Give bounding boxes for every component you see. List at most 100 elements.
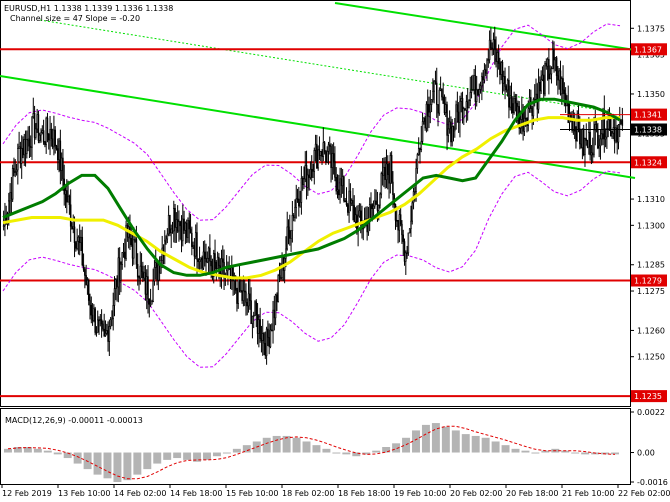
candle-body <box>469 92 472 102</box>
candle-body <box>477 89 479 96</box>
candle-body <box>539 82 541 92</box>
candle-body <box>576 113 578 142</box>
candle-body <box>394 204 397 221</box>
candle-body <box>59 140 62 171</box>
candle-body <box>99 319 102 321</box>
candle-body <box>182 218 184 242</box>
candle-body <box>104 333 107 337</box>
candle-body <box>423 117 425 122</box>
candle-body <box>426 103 429 117</box>
candle-body <box>278 275 281 279</box>
candle-body <box>294 207 296 218</box>
candle-body <box>277 275 279 302</box>
candle-body <box>289 229 291 239</box>
candle-body <box>420 140 423 151</box>
candle-body <box>448 121 451 130</box>
candle-body <box>604 136 607 140</box>
candle-body <box>437 104 439 114</box>
candle-body <box>589 131 591 156</box>
candle-body <box>180 225 183 242</box>
candle-body <box>456 104 459 113</box>
candle-body <box>401 223 403 236</box>
candle-body <box>264 342 267 356</box>
candle-body <box>46 117 49 135</box>
candle-body <box>71 225 73 230</box>
candle-body <box>36 114 38 130</box>
candle-body <box>80 236 82 243</box>
candle-body <box>106 330 108 334</box>
x-tick-label: 12 Feb 2019 <box>2 489 52 498</box>
candle-body <box>121 252 123 265</box>
candle-body <box>55 145 58 149</box>
candle-body <box>254 301 256 317</box>
candle-body <box>387 163 389 175</box>
candle-body <box>89 300 91 306</box>
x-tick-label: 21 Feb 10:00 <box>562 489 614 498</box>
candle-body <box>620 119 622 122</box>
x-tick-label: 14 Feb 18:00 <box>170 489 222 498</box>
candle-body <box>372 205 375 210</box>
candle-body <box>260 338 263 342</box>
candle-body <box>491 47 493 50</box>
candle-body <box>50 128 53 140</box>
candle-body <box>102 323 104 330</box>
candle-body <box>62 157 64 180</box>
candle-body <box>441 88 443 98</box>
y-tick-label: 1.1275 <box>637 287 665 296</box>
macd-bar <box>153 452 162 464</box>
candle-body <box>561 78 563 95</box>
candle-body <box>559 70 562 95</box>
candle-body <box>252 315 255 318</box>
candle-body <box>124 251 126 259</box>
candle-body <box>370 204 372 206</box>
x-tick-label: 20 Feb 18:00 <box>506 489 558 498</box>
macd-bar <box>471 435 480 453</box>
candle-body <box>376 204 379 211</box>
candle-body <box>554 57 557 61</box>
candle-body <box>206 257 209 263</box>
candle-body <box>347 204 349 213</box>
candle-body <box>194 232 197 257</box>
candle-body <box>497 51 500 64</box>
candle-body <box>481 76 483 87</box>
candle-body <box>176 219 179 232</box>
candle-body <box>584 138 586 156</box>
candle-body <box>600 133 603 140</box>
candle-body <box>535 93 537 100</box>
macd-bar <box>412 430 420 453</box>
macd-bar <box>272 435 281 453</box>
macd-bar <box>312 445 321 453</box>
candle-body <box>509 97 511 108</box>
candle-body <box>19 146 22 164</box>
candle-body <box>116 279 118 288</box>
candle-body <box>207 247 210 259</box>
candle-body <box>501 62 504 84</box>
macd-bar <box>302 441 311 453</box>
candle-body <box>117 257 120 288</box>
candle-body <box>86 280 89 286</box>
candle-body <box>343 176 345 202</box>
macd-bar <box>282 435 291 453</box>
candle-body <box>107 330 109 342</box>
candle-body <box>169 214 171 234</box>
y-tick-label: 1.1300 <box>637 221 665 230</box>
candle-body <box>241 290 243 301</box>
candle-body <box>27 138 29 141</box>
candle-body <box>350 200 353 204</box>
candle-body <box>287 226 290 231</box>
candle-body <box>156 262 158 281</box>
candle-body <box>66 190 68 203</box>
candle-body <box>379 193 381 206</box>
macd-bar <box>43 450 52 453</box>
macd-bar <box>322 448 331 453</box>
candle-body <box>78 236 81 243</box>
candle-body <box>192 245 194 247</box>
candle-body <box>334 161 336 178</box>
candle-body <box>377 204 380 211</box>
candle-body <box>403 241 406 262</box>
candle-body <box>122 251 125 254</box>
candle-body <box>478 89 481 96</box>
candle-body <box>579 128 581 145</box>
candle-body <box>384 166 386 180</box>
chart-canvas[interactable]: 0.00220.00-0.0016 1.13751.13651.13501.13… <box>0 0 670 502</box>
